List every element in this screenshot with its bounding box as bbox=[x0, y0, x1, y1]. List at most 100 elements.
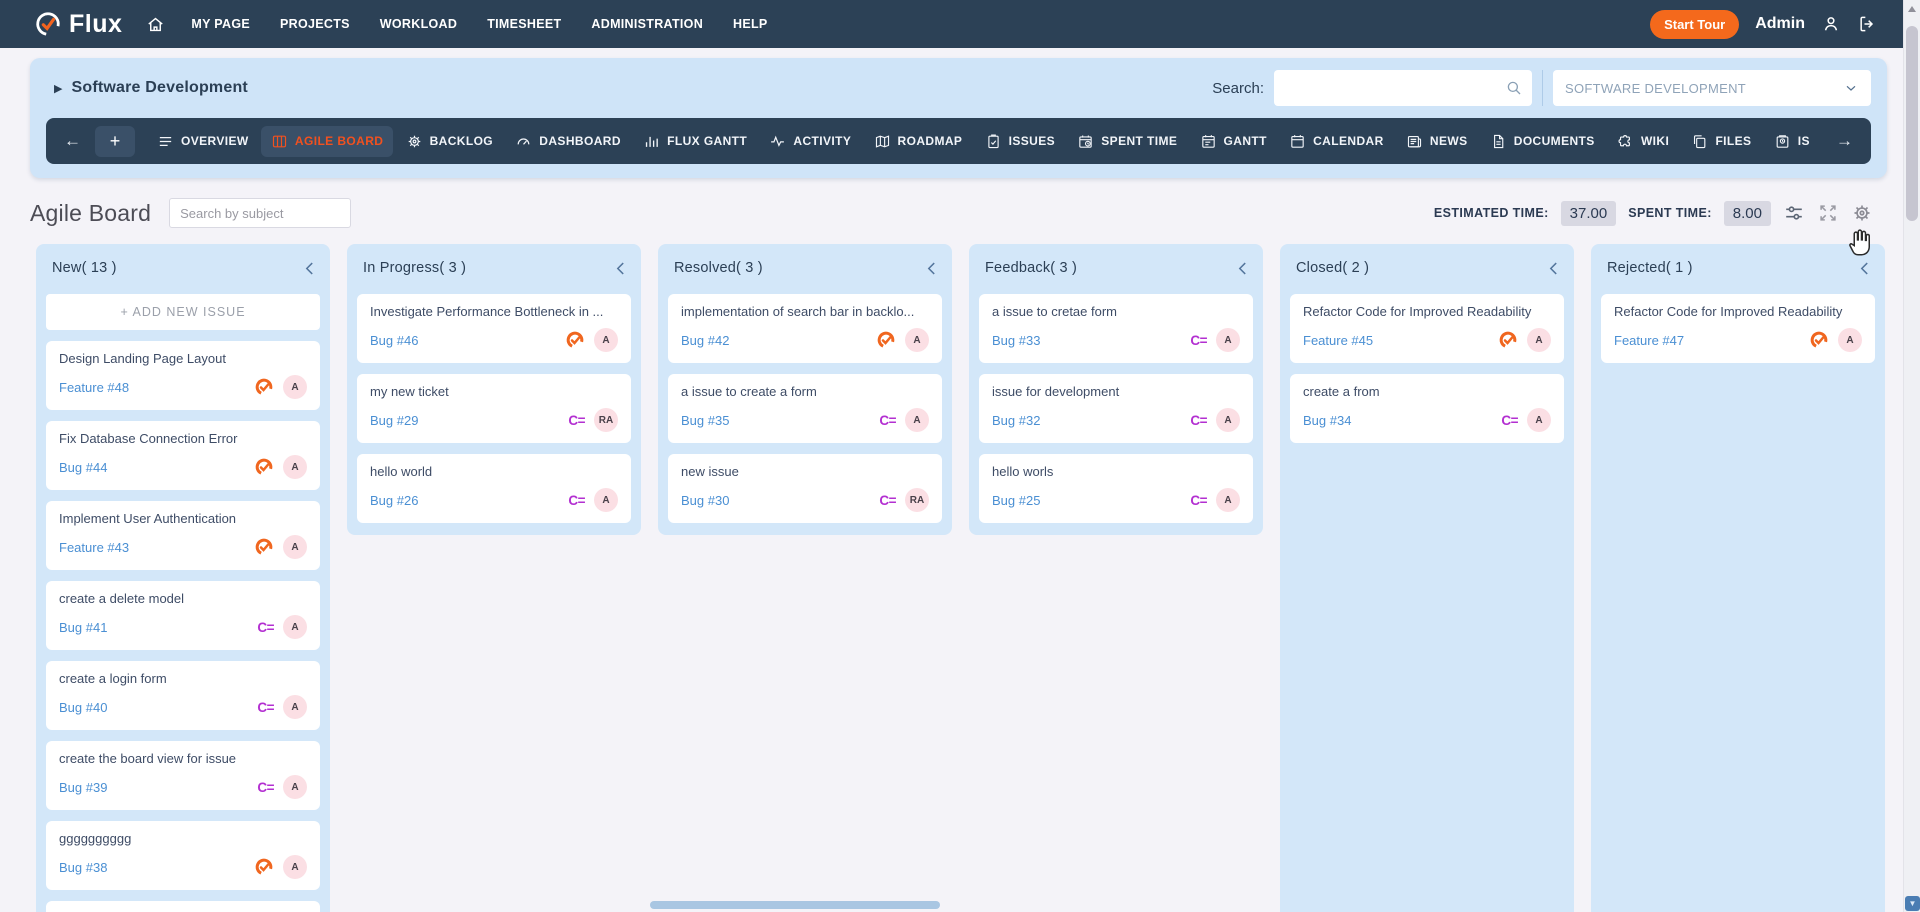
nav-item-timesheet[interactable]: TIMESHEET bbox=[487, 17, 561, 31]
issue-link[interactable]: Bug #42 bbox=[681, 333, 729, 348]
collapse-column-icon[interactable] bbox=[1860, 262, 1869, 275]
project-select[interactable]: SOFTWARE DEVELOPMENT bbox=[1553, 70, 1871, 106]
issue-link[interactable]: Bug #41 bbox=[59, 620, 107, 635]
assignee-avatar[interactable]: A bbox=[283, 455, 307, 479]
collapse-column-icon[interactable] bbox=[1238, 262, 1247, 275]
nav-item-help[interactable]: HELP bbox=[733, 17, 768, 31]
start-tour-button[interactable]: Start Tour bbox=[1650, 10, 1739, 39]
tab-backlog[interactable]: BACKLOG bbox=[396, 126, 503, 157]
issue-card[interactable]: my new ticketBug #29C=RA bbox=[357, 374, 631, 443]
tab-gantt[interactable]: GANTT bbox=[1190, 126, 1277, 157]
username[interactable]: Admin bbox=[1755, 15, 1805, 33]
tab-calendar[interactable]: CALENDAR bbox=[1279, 126, 1394, 157]
issue-link[interactable]: Bug #25 bbox=[992, 493, 1040, 508]
issue-link[interactable]: Feature #47 bbox=[1614, 333, 1684, 348]
tab-flux-gantt[interactable]: FLUX GANTT bbox=[633, 126, 757, 157]
issue-link[interactable]: Feature #48 bbox=[59, 380, 129, 395]
issue-card[interactable]: hello worldBug #26C=A bbox=[357, 454, 631, 523]
tab-files[interactable]: FILES bbox=[1681, 126, 1761, 157]
collapse-column-icon[interactable] bbox=[616, 262, 625, 275]
board-settings-gear-icon[interactable] bbox=[1851, 202, 1873, 224]
assignee-avatar[interactable]: RA bbox=[905, 488, 929, 512]
issue-card[interactable]: Investigate Performance Bottleneck in ..… bbox=[357, 294, 631, 363]
tab-dashboard[interactable]: DASHBOARD bbox=[505, 126, 631, 157]
tab-news[interactable]: NEWS bbox=[1396, 126, 1478, 157]
assignee-avatar[interactable]: A bbox=[1527, 328, 1551, 352]
issue-card[interactable]: create a fromBug #34C=A bbox=[1290, 374, 1564, 443]
collapse-column-icon[interactable] bbox=[1549, 262, 1558, 275]
issue-card[interactable]: Design Landing Page LayoutFeature #48A bbox=[46, 341, 320, 410]
issue-card[interactable]: create a login formBug #40C=A bbox=[46, 661, 320, 730]
filter-sliders-icon[interactable] bbox=[1783, 202, 1805, 224]
assignee-avatar[interactable]: A bbox=[1216, 488, 1240, 512]
issue-card[interactable]: Refactor Code for Improved ReadabilityFe… bbox=[1601, 294, 1875, 363]
assignee-avatar[interactable]: A bbox=[283, 375, 307, 399]
scrollbar-up-arrow-icon[interactable] bbox=[1908, 6, 1916, 12]
tab-spent-time[interactable]: SPENT TIME bbox=[1067, 126, 1187, 157]
tab-roadmap[interactable]: ROADMAP bbox=[864, 126, 973, 157]
nav-item-projects[interactable]: PROJECTS bbox=[280, 17, 350, 31]
assignee-avatar[interactable]: A bbox=[905, 408, 929, 432]
issue-card[interactable]: issue for developmentBug #32C=A bbox=[979, 374, 1253, 443]
issue-link[interactable]: Bug #35 bbox=[681, 413, 729, 428]
issue-link[interactable]: Bug #30 bbox=[681, 493, 729, 508]
issue-link[interactable]: Bug #46 bbox=[370, 333, 418, 348]
tabs-scroll-left-icon[interactable]: ← bbox=[60, 131, 85, 151]
issue-card[interactable]: create a delete modelBug #41C=A bbox=[46, 581, 320, 650]
collapse-column-icon[interactable] bbox=[927, 262, 936, 275]
issue-link[interactable]: Bug #26 bbox=[370, 493, 418, 508]
search-icon[interactable] bbox=[1505, 79, 1523, 97]
global-search-input[interactable] bbox=[1274, 70, 1532, 106]
nav-item-workload[interactable]: WORKLOAD bbox=[380, 17, 457, 31]
issue-link[interactable]: Bug #32 bbox=[992, 413, 1040, 428]
assignee-avatar[interactable]: A bbox=[283, 855, 307, 879]
issue-link[interactable]: Bug #34 bbox=[1303, 413, 1351, 428]
assignee-avatar[interactable]: A bbox=[594, 328, 618, 352]
issue-card[interactable]: create the board view for issueBug #39C=… bbox=[46, 741, 320, 810]
tab-overview[interactable]: OVERVIEW bbox=[147, 126, 259, 157]
issue-link[interactable]: Bug #44 bbox=[59, 460, 107, 475]
home-icon[interactable] bbox=[146, 15, 165, 34]
assignee-avatar[interactable]: A bbox=[283, 695, 307, 719]
tab-issues[interactable]: ISSUES bbox=[975, 126, 1065, 157]
issue-card[interactable]: model issue bbox=[46, 901, 320, 912]
issue-card[interactable]: implementation of search bar in backlo..… bbox=[668, 294, 942, 363]
user-icon[interactable] bbox=[1821, 14, 1841, 34]
assignee-avatar[interactable]: A bbox=[283, 615, 307, 639]
collapse-column-icon[interactable] bbox=[305, 262, 314, 275]
nav-item-my-page[interactable]: MY PAGE bbox=[191, 17, 250, 31]
issue-card[interactable]: new issueBug #30C=RA bbox=[668, 454, 942, 523]
assignee-avatar[interactable]: A bbox=[283, 535, 307, 559]
logout-icon[interactable] bbox=[1857, 14, 1877, 34]
subject-search-input[interactable] bbox=[169, 198, 351, 228]
issue-link[interactable]: Bug #38 bbox=[59, 860, 107, 875]
assignee-avatar[interactable]: A bbox=[1527, 408, 1551, 432]
tab-is[interactable]: IS bbox=[1764, 126, 1820, 157]
add-tab-button[interactable]: + bbox=[95, 126, 135, 157]
issue-card[interactable]: Implement User AuthenticationFeature #43… bbox=[46, 501, 320, 570]
issue-card[interactable]: ggggggggggBug #38A bbox=[46, 821, 320, 890]
tab-documents[interactable]: DOCUMENTS bbox=[1480, 126, 1605, 157]
app-logo[interactable]: Flux bbox=[34, 10, 122, 39]
assignee-avatar[interactable]: RA bbox=[594, 408, 618, 432]
tab-activity[interactable]: ACTIVITY bbox=[759, 126, 861, 157]
tab-wiki[interactable]: WIKI bbox=[1607, 126, 1679, 157]
vertical-scrollbar-thumb[interactable] bbox=[1906, 26, 1918, 221]
issue-link[interactable]: Feature #45 bbox=[1303, 333, 1373, 348]
issue-card[interactable]: a issue to create a formBug #35C=A bbox=[668, 374, 942, 443]
issue-link[interactable]: Bug #39 bbox=[59, 780, 107, 795]
assignee-avatar[interactable]: A bbox=[594, 488, 618, 512]
vertical-scrollbar[interactable]: ▼ bbox=[1903, 0, 1920, 912]
issue-card[interactable]: Refactor Code for Improved ReadabilityFe… bbox=[1290, 294, 1564, 363]
tabs-scroll-right-icon[interactable]: → bbox=[1832, 131, 1857, 151]
issue-card[interactable]: Fix Database Connection ErrorBug #44A bbox=[46, 421, 320, 490]
tab-agile-board[interactable]: AGILE BOARD bbox=[261, 126, 393, 157]
issue-link[interactable]: Feature #43 bbox=[59, 540, 129, 555]
add-new-issue-button[interactable]: + ADD NEW ISSUE bbox=[46, 294, 320, 330]
horizontal-scrollbar-thumb[interactable] bbox=[650, 901, 940, 909]
breadcrumb[interactable]: ▶ Software Development bbox=[54, 79, 248, 97]
fullscreen-icon[interactable] bbox=[1817, 202, 1839, 224]
scroll-down-button[interactable]: ▼ bbox=[1905, 896, 1920, 911]
assignee-avatar[interactable]: A bbox=[1838, 328, 1862, 352]
assignee-avatar[interactable]: A bbox=[905, 328, 929, 352]
